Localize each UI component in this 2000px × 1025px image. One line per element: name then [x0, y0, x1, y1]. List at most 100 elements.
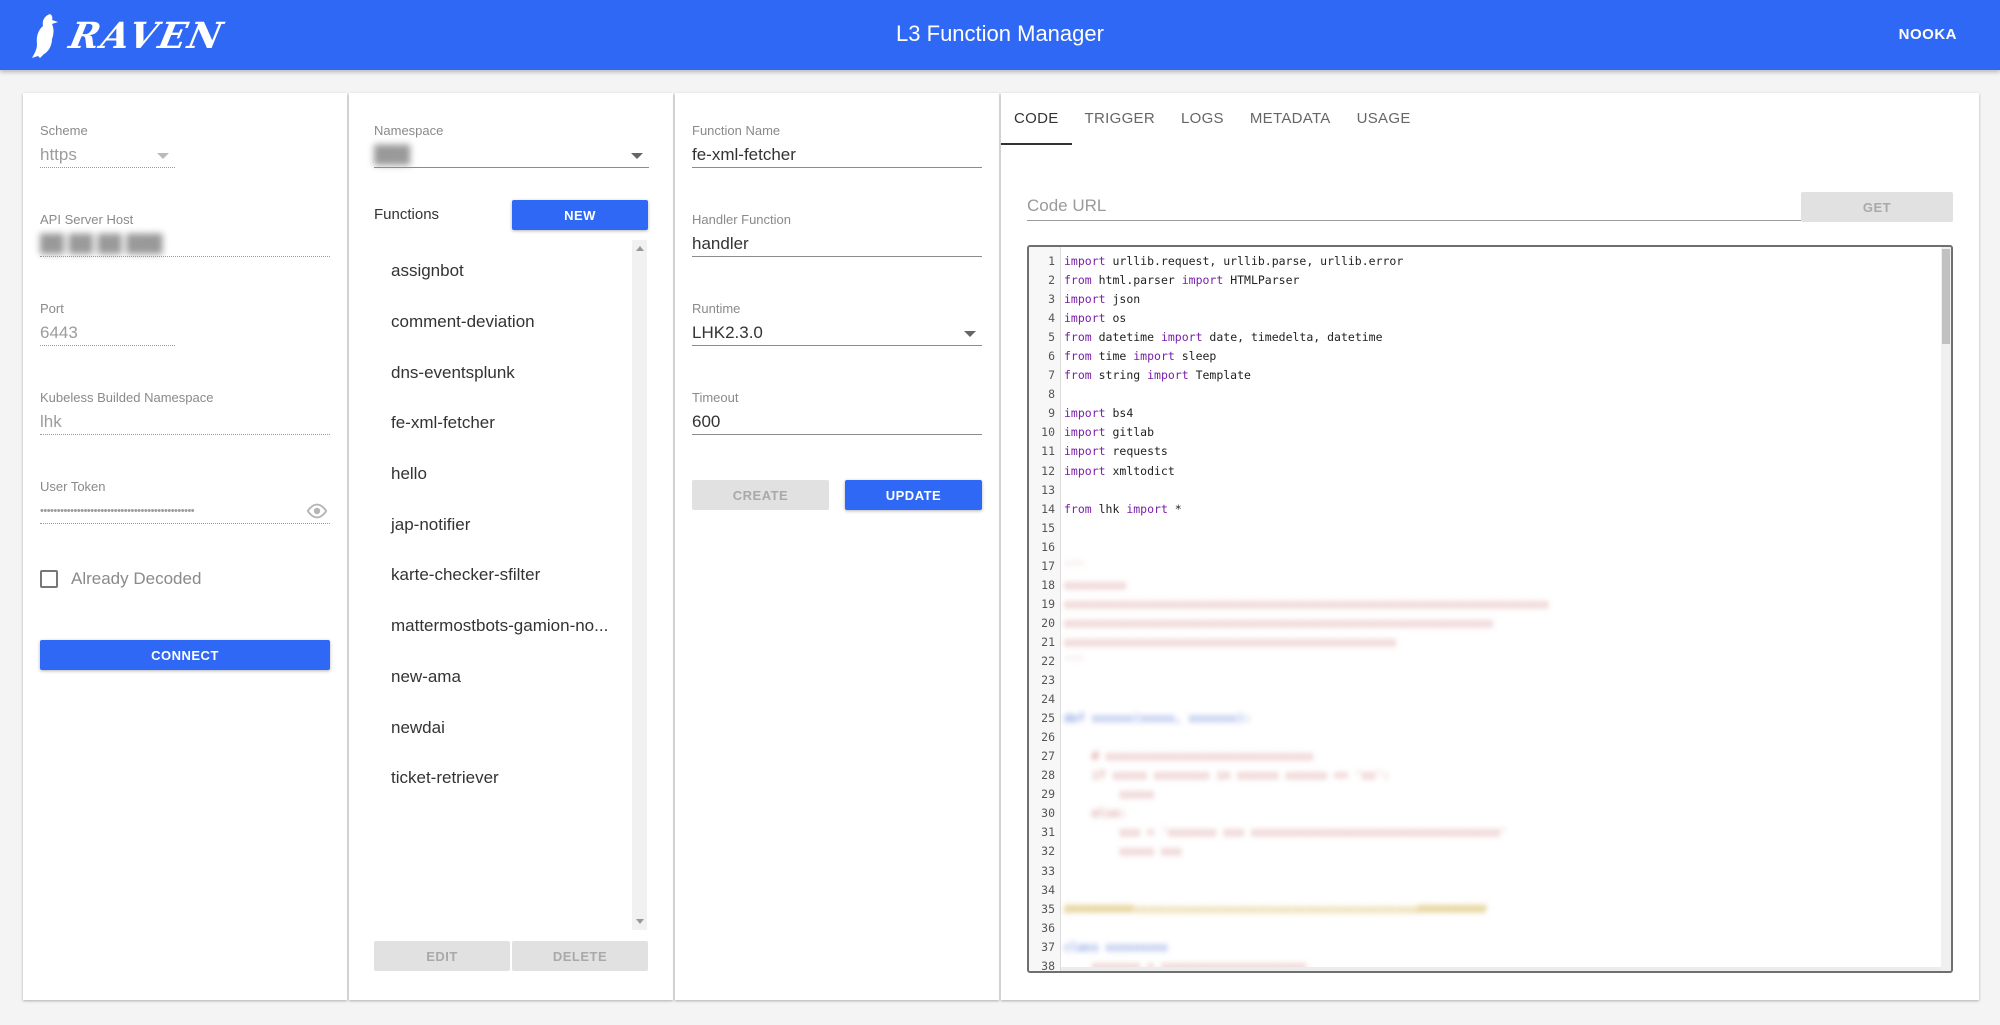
code-text-redacted: class xxxxxxxxx: [1064, 939, 1168, 954]
code-line: 3 import json: [1029, 290, 1929, 309]
function-list-item[interactable]: newdai: [374, 702, 634, 753]
keyword: from: [1064, 273, 1092, 288]
api-host-input[interactable]: ██ ██ ██ ███: [40, 231, 330, 257]
code-text-redacted: if xxxxx xxxxxxxx in xxxxxx xxxxxx == 'x…: [1064, 768, 1390, 783]
code-line: 17 ''': [1029, 557, 1929, 576]
line-number: 25: [1041, 711, 1055, 726]
function-list-item[interactable]: jap-notifier: [374, 499, 634, 550]
edit-button[interactable]: EDIT: [374, 941, 510, 971]
user-token-input[interactable]: ••••••••••••••••••••••••••••••••••••••••…: [40, 498, 330, 524]
connect-button[interactable]: CONNECT: [40, 640, 330, 670]
function-list-item[interactable]: comment-deviation: [374, 297, 634, 348]
api-host-value-redacted: ██ ██ ██ ███: [40, 234, 163, 253]
runtime-select[interactable]: LHK2.3.0: [692, 320, 982, 346]
user-menu[interactable]: NOOKA: [1899, 26, 1957, 43]
code-text: import requests: [1064, 444, 1168, 459]
function-list-scrollbar[interactable]: [632, 240, 647, 930]
timeout-label: Timeout: [692, 390, 739, 405]
handler-function-field[interactable]: Handler Function handler: [692, 212, 982, 257]
line-number: 27: [1041, 749, 1055, 764]
function-list-item[interactable]: assignbot: [374, 246, 634, 297]
line-number: 16: [1041, 539, 1055, 554]
update-button[interactable]: UPDATE: [845, 480, 982, 510]
code-line: 25 def xxxxxx(xxxxx, xxxxxxx):: [1029, 709, 1929, 728]
line-number: 4: [1048, 311, 1055, 326]
namespace-select-field[interactable]: Namespace ███: [374, 123, 649, 168]
editor-horizontal-scrollbar[interactable]: [1061, 967, 1941, 971]
line-number: 22: [1041, 653, 1055, 668]
scheme-select[interactable]: https: [40, 142, 175, 168]
new-function-button[interactable]: NEW: [512, 200, 648, 230]
user-token-label: User Token: [40, 479, 106, 494]
handler-function-input[interactable]: handler: [692, 231, 982, 257]
code-line: 5 from datetime import date, timedelta, d…: [1029, 328, 1929, 347]
code-line: 37 class xxxxxxxxx: [1029, 938, 1929, 957]
code-text: from html.parser import HTMLParser: [1064, 273, 1300, 288]
code-line: 29 xxxxx: [1029, 785, 1929, 804]
code-editor[interactable]: 1 import urllib.request, urllib.parse, ur…: [1027, 245, 1953, 973]
line-number: 13: [1041, 482, 1055, 497]
function-name-input[interactable]: fe-xml-fetcher: [692, 142, 982, 168]
user-token-value: ••••••••••••••••••••••••••••••••••••••••…: [40, 505, 195, 517]
scroll-up-icon[interactable]: [636, 246, 644, 251]
builded-namespace-input[interactable]: lhk: [40, 409, 330, 435]
code-line: 7 from string import Template: [1029, 366, 1929, 385]
line-number: 18: [1041, 577, 1055, 592]
line-number: 17: [1041, 558, 1055, 573]
code-line: 27 # xxxxxxxxxxxxxxxxxxxxxxxxxxxxxx: [1029, 747, 1929, 766]
tab-code[interactable]: CODE: [1001, 93, 1072, 145]
code-text-redacted: xxxxxxxxxxxxxxxxxxxxxxxxxxxxxxxxxxxxxxxx…: [1064, 634, 1397, 649]
code-line: 34: [1029, 881, 1929, 900]
tab-logs[interactable]: LOGS: [1168, 93, 1237, 145]
editor-scrollbar[interactable]: [1941, 247, 1951, 971]
checkbox-box[interactable]: [40, 570, 58, 588]
function-list-item[interactable]: fe-xml-fetcher: [374, 398, 634, 449]
scroll-down-icon[interactable]: [636, 919, 644, 924]
user-token-field[interactable]: User Token •••••••••••••••••••••••••••••…: [40, 479, 330, 524]
scheme-value: https: [40, 145, 77, 164]
get-button[interactable]: GET: [1801, 192, 1953, 222]
keyword: from: [1064, 330, 1092, 345]
line-number: 38: [1041, 958, 1055, 973]
code-text-redacted: xxxxxxxxxxxxxxxxxxxxxxxxxxxxxxxxxxxxxxxx…: [1064, 615, 1494, 630]
editor-scroll-thumb[interactable]: [1942, 249, 1950, 344]
line-number: 24: [1041, 692, 1055, 707]
line-number: 19: [1041, 596, 1055, 611]
function-name-field[interactable]: Function Name fe-xml-fetcher: [692, 123, 982, 168]
tab-trigger[interactable]: TRIGGER: [1072, 93, 1168, 145]
create-button[interactable]: CREATE: [692, 480, 829, 510]
tab-metadata[interactable]: METADATA: [1237, 93, 1344, 145]
port-input[interactable]: 6443: [40, 320, 175, 346]
api-host-field[interactable]: API Server Host ██ ██ ██ ███: [40, 212, 330, 257]
namespace-select[interactable]: ███: [374, 142, 649, 168]
function-list-item[interactable]: ticket-retriever: [374, 753, 634, 804]
tab-usage[interactable]: USAGE: [1344, 93, 1424, 145]
already-decoded-checkbox[interactable]: Already Decoded: [40, 569, 201, 589]
keyword: import: [1160, 330, 1203, 345]
namespace-field[interactable]: Kubeless Builded Namespace lhk: [40, 390, 330, 435]
timeout-input[interactable]: 600: [692, 409, 982, 435]
port-field[interactable]: Port 6443: [40, 301, 175, 346]
code-text: import json: [1064, 292, 1141, 307]
function-list-item[interactable]: mattermostbots-gamion-no...: [374, 601, 634, 652]
code-text: from time import sleep: [1064, 349, 1217, 364]
runtime-field[interactable]: Runtime LHK2.3.0: [692, 301, 982, 346]
code-url-input[interactable]: Code URL: [1027, 191, 1801, 221]
line-number: 34: [1041, 882, 1055, 897]
code-text: import bs4: [1064, 406, 1134, 421]
line-number: 33: [1041, 863, 1055, 878]
function-list-item[interactable]: new-ama: [374, 652, 634, 703]
eye-icon[interactable]: [306, 502, 328, 520]
timeout-field[interactable]: Timeout 600: [692, 390, 982, 435]
scheme-field[interactable]: Scheme https: [40, 123, 175, 168]
line-number: 30: [1041, 806, 1055, 821]
code-line: 16: [1029, 538, 1929, 557]
function-list-item[interactable]: dns-eventsplunk: [374, 347, 634, 398]
function-list-item[interactable]: hello: [374, 449, 634, 500]
delete-button[interactable]: DELETE: [512, 941, 648, 971]
function-list-item[interactable]: karte-checker-sfilter: [374, 550, 634, 601]
